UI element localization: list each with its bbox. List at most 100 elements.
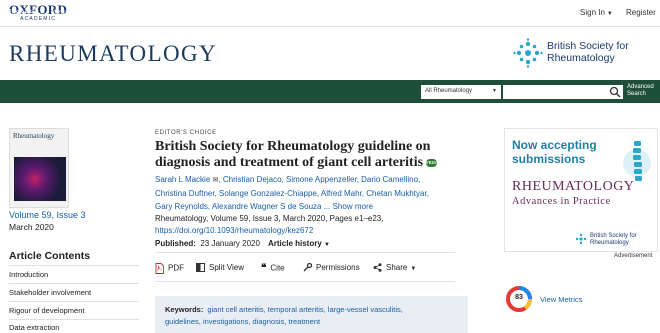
nav-submit-label: Submit bbox=[125, 7, 152, 17]
nav-purchase[interactable]: Purchase bbox=[177, 7, 213, 17]
keywords-line1: Keywords: giant cell arteritis, temporal … bbox=[165, 304, 458, 316]
author-links[interactable]: , Christian Dejaco, Simone Appenzeller, … bbox=[218, 175, 420, 184]
ad-society-line1: British Society for bbox=[590, 233, 637, 239]
ad-journal-name: RHEUMATOLOGY bbox=[512, 179, 635, 194]
advanced-line2: Search bbox=[627, 91, 647, 97]
nav-about-label: About bbox=[269, 7, 292, 17]
divider bbox=[9, 301, 139, 302]
nav-about[interactable]: About ▼ bbox=[269, 7, 300, 17]
article-title: British Society for Rheumatology guideli… bbox=[155, 139, 455, 171]
register-link[interactable]: Register bbox=[626, 8, 656, 17]
toc-item[interactable]: Rigour of development bbox=[9, 306, 84, 315]
ad-journal-sub: Advances in Practice bbox=[512, 196, 611, 207]
ad-society-line2: Rheumatology bbox=[590, 240, 629, 246]
bsr-logo-icon bbox=[575, 233, 587, 245]
cite-label: Cite bbox=[270, 263, 285, 273]
share-label: Share bbox=[386, 263, 408, 272]
publisher-sub: ACADEMIC bbox=[20, 16, 57, 22]
bsr-society-name[interactable]: British Society for Rheumatology bbox=[547, 40, 629, 64]
bsr-line1: British Society for bbox=[547, 40, 629, 52]
permissions-button[interactable]: Permissions bbox=[303, 263, 360, 272]
advanced-line1: Advanced bbox=[627, 84, 654, 90]
nav-alerts[interactable]: Alerts bbox=[230, 7, 252, 17]
doi-link[interactable]: https://doi.org/10.1093/rheumatology/kez… bbox=[155, 226, 313, 235]
title-line2-wrap: diagnosis and treatment of giant cell ar… bbox=[155, 155, 455, 171]
sign-in-button[interactable]: Sign In ▼ bbox=[580, 8, 613, 17]
keywords-box: Keywords: giant cell arteritis, temporal … bbox=[155, 296, 468, 333]
authors-line1: Sarah L Mackie ✉, Christian Dejaco, Simo… bbox=[155, 173, 455, 187]
share-button[interactable]: Share ▼ bbox=[373, 263, 417, 273]
history-label: Article history bbox=[268, 239, 322, 248]
ad-line1: Now accepting bbox=[512, 138, 597, 152]
authors-line2[interactable]: Christina Duftner, Solange Gonzalez-Chia… bbox=[155, 187, 455, 200]
chevron-down-icon: ▼ bbox=[492, 88, 497, 94]
keywords-line2[interactable]: guidelines, investigations, diagnosis, t… bbox=[165, 316, 458, 328]
divider bbox=[155, 252, 455, 253]
advanced-search-link[interactable]: Advanced Search bbox=[627, 84, 654, 98]
nav-submit[interactable]: Submit ▼ bbox=[125, 7, 160, 17]
toc-item[interactable]: Stakeholder involvement bbox=[9, 288, 91, 297]
search-scope-select[interactable]: All Rheumatology ▼ bbox=[421, 85, 501, 99]
divider bbox=[155, 281, 455, 282]
title-line1: British Society for Rheumatology guideli… bbox=[155, 139, 431, 154]
journal-title-logo[interactable]: RHEUMATOLOGY bbox=[9, 41, 217, 67]
toc-item[interactable]: Introduction bbox=[9, 270, 48, 279]
article-type-kicker: EDITOR'S CHOICE bbox=[155, 130, 217, 136]
author-links[interactable]: Gary Reynolds, Alexandre Wagner S de Sou… bbox=[155, 202, 330, 211]
chevron-down-icon: ▼ bbox=[105, 11, 112, 17]
chevron-down-icon: ▼ bbox=[606, 11, 613, 17]
article-history-toggle[interactable]: Article history ▼ bbox=[268, 239, 330, 248]
published-info: Published: 23 January 2020 bbox=[155, 239, 260, 248]
issue-date: March 2020 bbox=[9, 222, 54, 232]
cover-artwork bbox=[14, 157, 66, 201]
published-date: 23 January 2020 bbox=[200, 239, 260, 248]
chevron-down-icon: ▼ bbox=[410, 266, 417, 272]
keywords-label: Keywords: bbox=[165, 305, 204, 314]
chevron-down-icon: ▼ bbox=[154, 11, 161, 17]
bsr-line2: Rheumatology bbox=[547, 52, 615, 64]
nav-issues[interactable]: Issues bbox=[9, 7, 34, 17]
divider bbox=[9, 283, 139, 284]
cite-button[interactable]: ❝ Cite bbox=[261, 263, 285, 274]
ad-society-name: British Society for Rheumatology bbox=[590, 233, 637, 247]
cover-title: Rheumatology bbox=[13, 132, 55, 140]
keyword-links[interactable]: giant cell arteritis, temporal arteritis… bbox=[207, 305, 402, 314]
author-list: Sarah L Mackie ✉, Christian Dejaco, Simo… bbox=[155, 173, 455, 213]
quote-icon: ❝ bbox=[261, 263, 267, 274]
sign-in-label: Sign In bbox=[580, 8, 605, 17]
nav-more-content-label: More Content bbox=[51, 7, 103, 17]
altmetric-score: 83 bbox=[515, 294, 523, 301]
show-more-link[interactable]: Show more bbox=[333, 202, 373, 211]
ad-line2: submissions bbox=[512, 152, 586, 166]
title-line2: diagnosis and treatment of giant cell ar… bbox=[155, 155, 424, 170]
citation-text: Rheumatology, Volume 59, Issue 3, March … bbox=[155, 214, 384, 223]
view-metrics-link[interactable]: View Metrics bbox=[540, 295, 582, 304]
toc-item[interactable]: Data extraction bbox=[9, 323, 59, 332]
ad-headline: Now accepting submissions bbox=[512, 138, 597, 166]
split-view-button[interactable]: Split View bbox=[196, 263, 244, 273]
permissions-label: Permissions bbox=[316, 263, 360, 272]
nav-more-content[interactable]: More Content ▼ bbox=[51, 7, 111, 17]
issue-cover-image[interactable]: Rheumatology bbox=[9, 128, 69, 208]
share-icon bbox=[373, 263, 382, 273]
author-link[interactable]: Sarah L Mackie bbox=[155, 175, 210, 184]
search-icon[interactable] bbox=[609, 86, 621, 98]
pdf-label: PDF bbox=[168, 263, 184, 273]
pdf-button[interactable]: PDF bbox=[155, 263, 184, 274]
split-view-label: Split View bbox=[209, 263, 244, 272]
divider bbox=[0, 26, 660, 27]
key-icon bbox=[303, 263, 312, 272]
authors-line3: Gary Reynolds, Alexandre Wagner S de Sou… bbox=[155, 200, 455, 213]
advertisement-label: Advertisement bbox=[614, 253, 653, 259]
free-badge: FREE bbox=[426, 158, 438, 167]
article-contents-heading: Article Contents bbox=[9, 250, 91, 262]
pdf-icon bbox=[155, 263, 164, 274]
issue-volume-link[interactable]: Volume 59, Issue 3 bbox=[9, 210, 86, 220]
chevron-down-icon: ▼ bbox=[294, 11, 301, 17]
search-input[interactable] bbox=[503, 85, 623, 99]
advertisement-banner[interactable]: Now accepting submissions RHEUMATOLOGY A… bbox=[504, 128, 658, 252]
chevron-down-icon: ▼ bbox=[324, 242, 330, 248]
published-label: Published: bbox=[155, 239, 196, 248]
divider bbox=[9, 319, 139, 320]
bsr-logo-icon[interactable] bbox=[513, 38, 543, 68]
